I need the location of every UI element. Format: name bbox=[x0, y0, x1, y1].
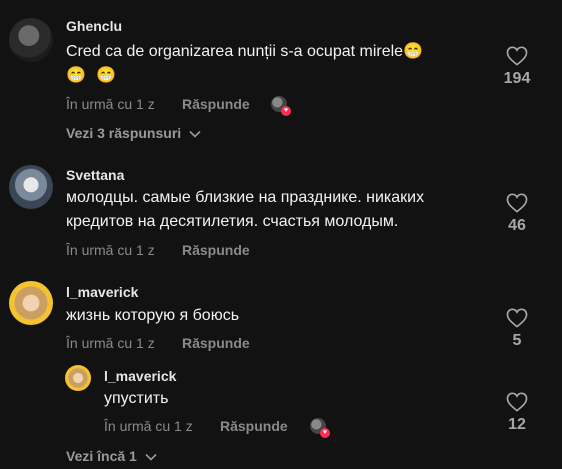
comment-username[interactable]: Svettana bbox=[66, 167, 124, 183]
view-more-label: Vezi încă 1 bbox=[66, 448, 137, 464]
view-replies-button[interactable]: Vezi 3 răspunsuri bbox=[66, 125, 201, 141]
heart-outline-icon[interactable] bbox=[506, 46, 528, 66]
like-count: 5 bbox=[512, 332, 522, 349]
comment-text-line: Cred ca de organizarea nunții s-a ocupat… bbox=[66, 43, 404, 60]
view-replies-label: Vezi 3 răspunsuri bbox=[66, 125, 182, 141]
comment-item: Svettana молодцы. самые близкие на празд… bbox=[0, 160, 562, 270]
comment-text-line: кредитов на десятилетия. счастья молодым… bbox=[66, 213, 399, 230]
creator-liked-badge: ♥ bbox=[310, 418, 330, 438]
heart-icon: ♥ bbox=[281, 106, 291, 116]
avatar[interactable] bbox=[65, 365, 91, 391]
heart-icon: ♥ bbox=[320, 428, 330, 438]
emoji-icon: 😁 bbox=[403, 42, 423, 60]
like-area: 46 bbox=[497, 193, 537, 235]
reply-text-line: упустить bbox=[104, 390, 169, 407]
comment-item: Ghenclu Cred ca de organizarea nunții s-… bbox=[0, 0, 562, 160]
heart-outline-icon[interactable] bbox=[506, 392, 528, 412]
comment-text-emoji-line: 😁 😁 bbox=[66, 64, 116, 88]
chevron-down-icon bbox=[189, 131, 201, 138]
comment-text: Cred ca de organizarea nunții s-a ocupat… bbox=[66, 40, 423, 64]
view-more-replies-button[interactable]: Vezi încă 1 bbox=[66, 448, 157, 464]
like-area: 194 bbox=[497, 46, 537, 88]
like-count: 12 bbox=[508, 416, 526, 433]
heart-outline-icon[interactable] bbox=[506, 193, 528, 213]
reply-button[interactable]: Răspunde bbox=[182, 96, 250, 112]
reply-button[interactable]: Răspunde bbox=[220, 418, 288, 434]
comment-text-line: жизнь которую я боюсь bbox=[66, 307, 240, 324]
emoji-icon: 😁 bbox=[66, 66, 86, 84]
creator-liked-badge: ♥ bbox=[271, 96, 291, 116]
comment-timestamp: În urmă cu 1 z bbox=[66, 96, 155, 112]
comment-timestamp: În urmă cu 1 z bbox=[66, 242, 155, 258]
comment-timestamp: În urmă cu 1 z bbox=[66, 335, 155, 351]
reply-username[interactable]: l_maverick bbox=[104, 368, 176, 384]
reply-button[interactable]: Răspunde bbox=[182, 335, 250, 351]
chevron-down-icon bbox=[145, 454, 157, 461]
heart-outline-icon[interactable] bbox=[506, 308, 528, 328]
comment-text-line: молодцы. самые близкие на празднике. ник… bbox=[66, 189, 425, 206]
reply-timestamp: În urmă cu 1 z bbox=[104, 418, 193, 434]
emoji-icon: 😁 bbox=[96, 66, 117, 84]
like-area: 12 bbox=[497, 392, 537, 434]
like-count: 46 bbox=[508, 217, 526, 234]
comment-item: l_maverick жизнь которую я боюсь În urmă… bbox=[0, 270, 562, 469]
like-area: 5 bbox=[497, 308, 537, 350]
avatar[interactable] bbox=[9, 165, 53, 209]
reply-button[interactable]: Răspunde bbox=[182, 242, 250, 258]
like-count: 194 bbox=[503, 70, 531, 87]
comment-username[interactable]: Ghenclu bbox=[66, 18, 122, 34]
comment-username[interactable]: l_maverick bbox=[66, 284, 138, 300]
avatar[interactable] bbox=[9, 281, 53, 325]
avatar[interactable] bbox=[9, 18, 53, 62]
